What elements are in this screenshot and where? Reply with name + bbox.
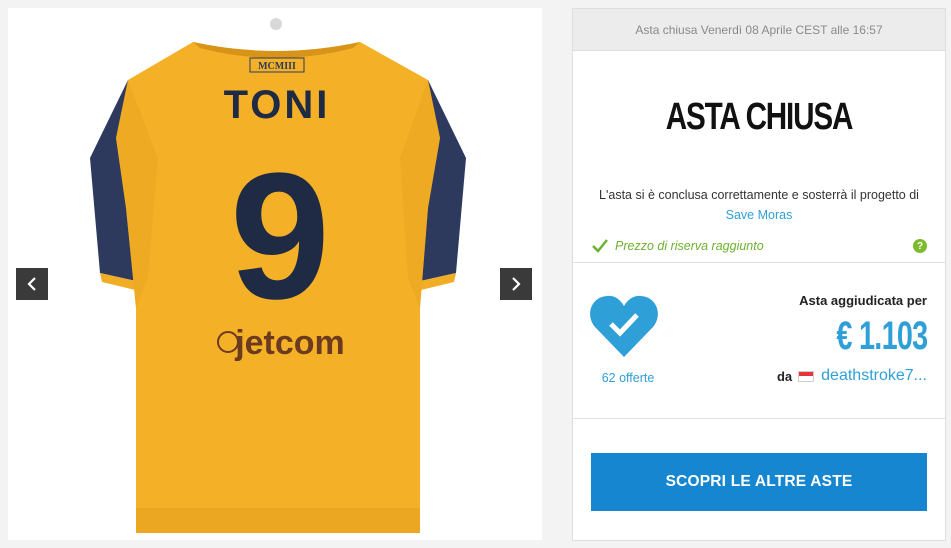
auction-closed-description: L'asta si è conclusa correttamente e sos… <box>593 185 925 225</box>
check-icon <box>592 239 608 253</box>
winner-prefix: da <box>776 368 793 384</box>
chevron-right-icon <box>512 277 521 291</box>
auction-panel: Asta chiusa Venerdì 08 Aprile CEST alle … <box>572 8 946 541</box>
shirt-name-text: TONI <box>224 83 331 127</box>
closed-description-text: L'asta si è conclusa correttamente e sos… <box>599 188 919 202</box>
reserve-status: Prezzo di riserva raggiunto ? <box>591 235 927 257</box>
shirt-crest-text: MCMIII <box>258 61 296 72</box>
shirt-sponsor-text: jetcom <box>234 324 345 362</box>
auction-closed-date: Asta chiusa Venerdì 08 Aprile CEST alle … <box>573 9 945 51</box>
gallery-next-button[interactable] <box>500 268 532 300</box>
winner-row: da deathstroke7... <box>777 367 927 385</box>
reserve-text: Prezzo di riserva raggiunto <box>615 239 764 253</box>
auction-closed-title: ASTA CHIUSA <box>665 96 854 138</box>
winner-name-link[interactable]: deathstroke7... <box>821 367 927 385</box>
shirt-photo: MCMIII TONI 9 jetcom <box>8 8 542 540</box>
shirt-number-text: 9 <box>230 136 330 337</box>
offers-count[interactable]: 62 offerte <box>583 371 673 385</box>
discover-auctions-button[interactable]: SCOPRI LE ALTRE ASTE <box>591 453 927 511</box>
product-gallery: MCMIII TONI 9 jetcom <box>8 8 542 540</box>
auction-status-block: ASTA CHIUSA L'asta si è conclusa corrett… <box>573 51 945 263</box>
chevron-left-icon <box>27 277 36 291</box>
won-label: Asta aggiudicata per <box>799 293 927 308</box>
gallery-prev-button[interactable] <box>16 268 48 300</box>
project-link[interactable]: Save Moras <box>726 208 793 222</box>
won-price: € 1.103 <box>835 314 928 358</box>
flag-icon <box>798 370 815 382</box>
help-icon[interactable]: ? <box>913 239 927 253</box>
auction-result-block: 62 offerte Asta aggiudicata per € 1.103 … <box>573 263 945 419</box>
heart-check-icon <box>589 293 659 359</box>
auction-page: MCMIII TONI 9 jetcom Asta chiusa Venerdì… <box>0 0 951 548</box>
